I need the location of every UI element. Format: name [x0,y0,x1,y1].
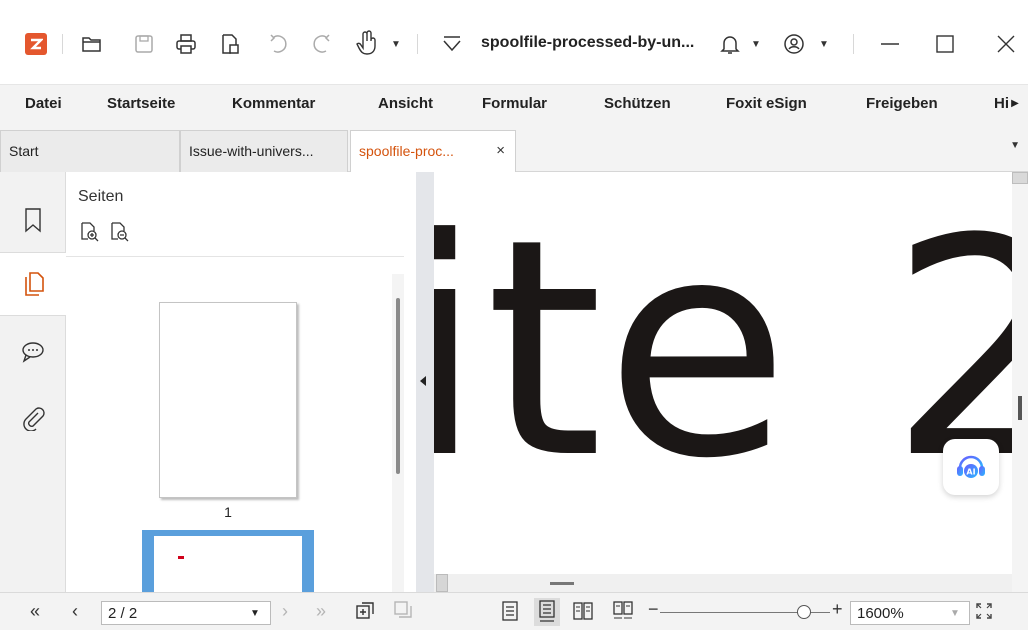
customize-toolbar-icon[interactable] [440,32,464,56]
panel-title: Seiten [78,188,124,205]
thumbnail-content-mark [178,556,184,559]
facing-view-icon[interactable] [572,600,594,622]
toolbar-separator [853,34,854,54]
tab-start[interactable]: Start [0,130,180,172]
collapse-panel-icon[interactable] [420,376,426,386]
menu-startseite[interactable]: Startseite [107,95,175,112]
document-horizontal-scrollbar[interactable] [434,574,1012,592]
single-page-view-icon[interactable] [500,600,520,622]
tab-label: Issue-with-univers... [189,143,314,159]
tab-issue-with-univers[interactable]: Issue-with-univers... [180,130,348,172]
redo-icon[interactable] [308,30,336,58]
bell-icon[interactable] [716,30,744,58]
account-icon[interactable] [780,30,808,58]
save-icon[interactable] [130,30,158,58]
panel-scrollbar-thumb[interactable] [396,298,400,474]
hand-tool-dropdown-icon[interactable]: ▼ [390,38,402,50]
hand-tool-icon[interactable] [352,28,382,58]
scroll-up-button[interactable] [1012,172,1028,184]
zoom-in-button[interactable]: + [832,599,843,620]
account-dropdown-icon[interactable]: ▼ [818,38,830,50]
tab-close-icon[interactable]: × [496,142,505,159]
pages-icon[interactable] [0,252,67,316]
tab-label: spoolfile-proc... [359,143,454,159]
last-page-button[interactable]: » [316,601,326,622]
page-thumbnail-2 [154,536,302,592]
panel-divider [66,256,404,257]
page-thumbnail-2-selected[interactable] [142,530,314,592]
vertical-scroll-thumb[interactable] [1018,396,1022,420]
page-thumbnail-1[interactable] [159,302,297,498]
menu-ansicht[interactable]: Ansicht [378,95,433,112]
undo-icon[interactable] [264,30,292,58]
document-vertical-scrollbar[interactable] [1012,172,1028,592]
shrink-thumbnail-icon[interactable] [108,220,130,247]
zoom-out-button[interactable]: − [648,599,659,620]
previous-view-icon[interactable] [354,599,376,621]
panel-toolbar [78,220,130,247]
tab-label: Start [9,143,39,159]
zoom-dropdown-icon[interactable]: ▼ [950,608,960,619]
previous-page-button[interactable]: ‹ [72,601,78,622]
zoom-slider-handle[interactable] [797,605,811,619]
continuous-view-icon[interactable] [534,598,560,626]
document-title: spoolfile-processed-by-un... [481,34,695,51]
attachments-icon[interactable] [0,386,66,450]
ai-assistant-icon[interactable]: AI [943,439,999,495]
menu-freigeben[interactable]: Freigeben [866,95,938,112]
page-number-input[interactable]: 2 / 2 [101,601,271,625]
page-number-dropdown-icon[interactable]: ▼ [250,608,260,619]
document-tabs: Start Issue-with-univers... spoolfile-pr… [0,122,1028,173]
minimize-icon[interactable] [870,30,910,58]
menu-scroll-right-icon[interactable]: ▶ [1008,93,1022,113]
menu-datei[interactable]: Datei [25,95,62,112]
save-as-icon[interactable] [216,30,244,58]
scroll-left-button[interactable] [436,574,448,592]
maximize-icon[interactable] [925,30,965,58]
svg-text:AI: AI [966,468,975,477]
menu-kommentar[interactable]: Kommentar [232,95,315,112]
notifications-dropdown-icon[interactable]: ▼ [750,38,762,50]
fullscreen-icon[interactable] [974,601,994,621]
first-page-button[interactable]: « [30,601,40,622]
comments-icon[interactable] [0,320,66,384]
menu-foxit-esign[interactable]: Foxit eSign [726,95,807,112]
toolbar-separator [62,34,63,54]
app-logo-icon[interactable] [25,33,47,55]
toolbar-separator [417,34,418,54]
menu-hilfe[interactable]: Hi [994,95,1009,112]
continuous-facing-view-icon[interactable] [612,600,634,622]
navigation-rail [0,172,67,592]
panel-scrollbar[interactable] [392,274,404,592]
horizontal-scroll-thumb[interactable] [550,582,574,585]
title-bar: ▼ spoolfile-processed-by-un... ▼ ▼ [0,0,1028,84]
menu-schuetzen[interactable]: Schützen [604,95,671,112]
next-page-button[interactable]: › [282,601,288,622]
bookmark-icon[interactable] [0,188,66,252]
menu-formular[interactable]: Formular [482,95,547,112]
document-view[interactable]: ite 2 [434,172,1012,574]
next-view-icon[interactable] [392,599,414,621]
status-bar: « ‹ 2 / 2 ▼ › » − + 1600% ▼ [0,592,1028,630]
ribbon-menu: Datei Startseite Kommentar Ansicht Formu… [0,84,1028,122]
tab-list-dropdown-icon[interactable]: ▼ [1010,140,1020,151]
print-icon[interactable] [172,30,200,58]
close-icon[interactable] [986,30,1026,58]
panel-splitter[interactable] [416,172,434,592]
document-page-text: ite 2 [434,175,1012,524]
pages-panel: Seiten 1 [66,172,416,592]
tab-spoolfile[interactable]: spoolfile-proc... × [350,130,516,173]
page-thumbnail-label: 1 [224,504,232,520]
enlarge-thumbnail-icon[interactable] [78,220,100,247]
open-folder-icon[interactable] [78,30,106,58]
